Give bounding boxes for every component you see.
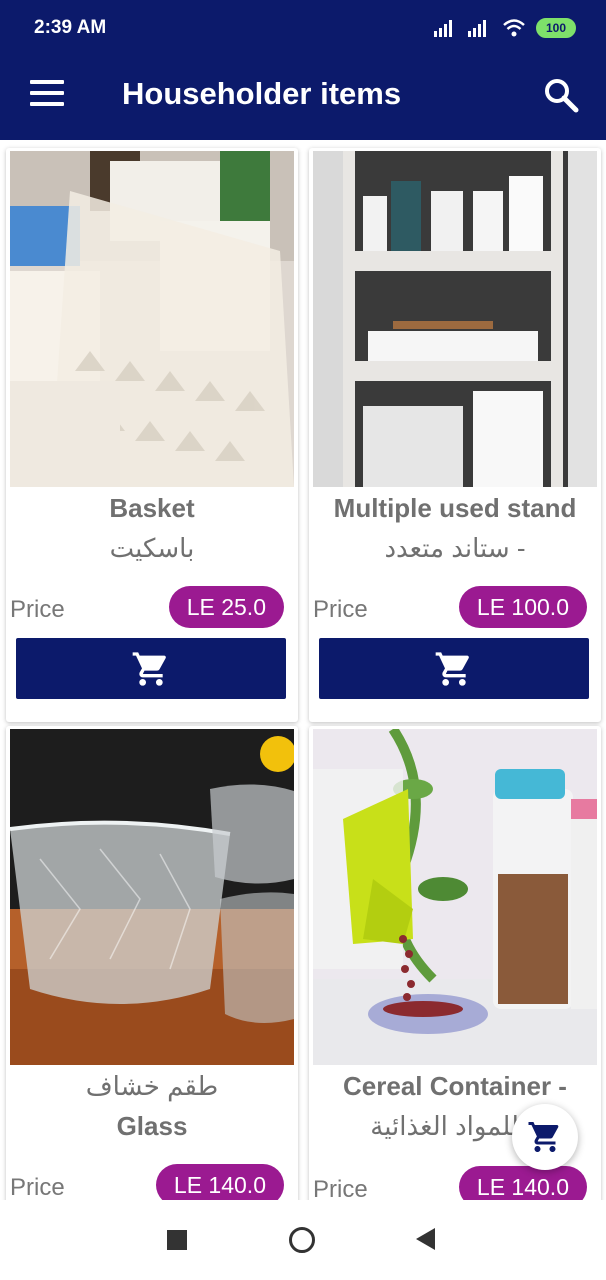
price-badge: LE 100.0 — [458, 586, 587, 628]
product-name-arabic: ستاند متعدد - — [384, 533, 526, 563]
product-image-glass — [10, 729, 294, 1065]
product-grid: Basket باسكيت Price LE 25.0 Multiple use… — [0, 140, 606, 1200]
recent-apps-icon[interactable] — [167, 1230, 187, 1250]
status-time: 2:39 AM — [34, 17, 107, 38]
add-to-cart-button[interactable] — [16, 638, 286, 699]
status-icons: 100 — [434, 18, 576, 38]
search-icon — [545, 79, 579, 113]
price-badge: LE 140.0 — [155, 1164, 284, 1200]
product-name-arabic: باسكيت — [109, 533, 195, 563]
page-title: Householder items — [122, 76, 402, 111]
product-name: Glass — [116, 1111, 188, 1141]
price-badge: LE 140.0 — [458, 1166, 587, 1200]
product-card[interactable]: Basket باسكيت Price LE 25.0 — [6, 148, 298, 722]
cart-icon — [132, 651, 166, 686]
product-name-arabic: طقم خشاف — [85, 1071, 219, 1101]
product-image-basket — [10, 151, 294, 487]
home-icon[interactable] — [289, 1227, 315, 1253]
product-name: Cereal Container - — [343, 1071, 567, 1101]
product-name: Basket — [109, 493, 195, 523]
back-icon[interactable] — [416, 1228, 435, 1250]
product-card[interactable]: طقم خشاف Glass Price LE 140.0 — [6, 726, 298, 1200]
price-label: Price — [10, 1174, 65, 1200]
price-badge: LE 25.0 — [168, 586, 284, 628]
product-card[interactable]: Multiple used stand ستاند متعدد - Price … — [309, 148, 601, 722]
menu-icon — [30, 80, 64, 84]
search-button[interactable] — [542, 76, 582, 116]
cart-fab-button[interactable] — [512, 1104, 578, 1170]
price-label: Price — [313, 596, 368, 623]
product-name: Multiple used stand — [333, 493, 577, 523]
cart-icon — [528, 1122, 559, 1152]
cart-icon — [435, 651, 469, 686]
menu-button[interactable] — [30, 80, 64, 108]
add-to-cart-button[interactable] — [319, 638, 589, 699]
battery-icon: 100 — [536, 18, 576, 38]
signal-icon — [468, 20, 486, 37]
product-image-stand — [313, 151, 597, 487]
wifi-icon — [503, 19, 525, 37]
system-nav-bar — [0, 1200, 606, 1280]
price-label: Price — [313, 1176, 368, 1200]
price-label: Price — [10, 596, 65, 623]
app-bar: 2:39 AM 100 Householder items — [0, 0, 606, 140]
product-image-cereal-container — [313, 729, 597, 1065]
signal-icon — [434, 20, 452, 37]
